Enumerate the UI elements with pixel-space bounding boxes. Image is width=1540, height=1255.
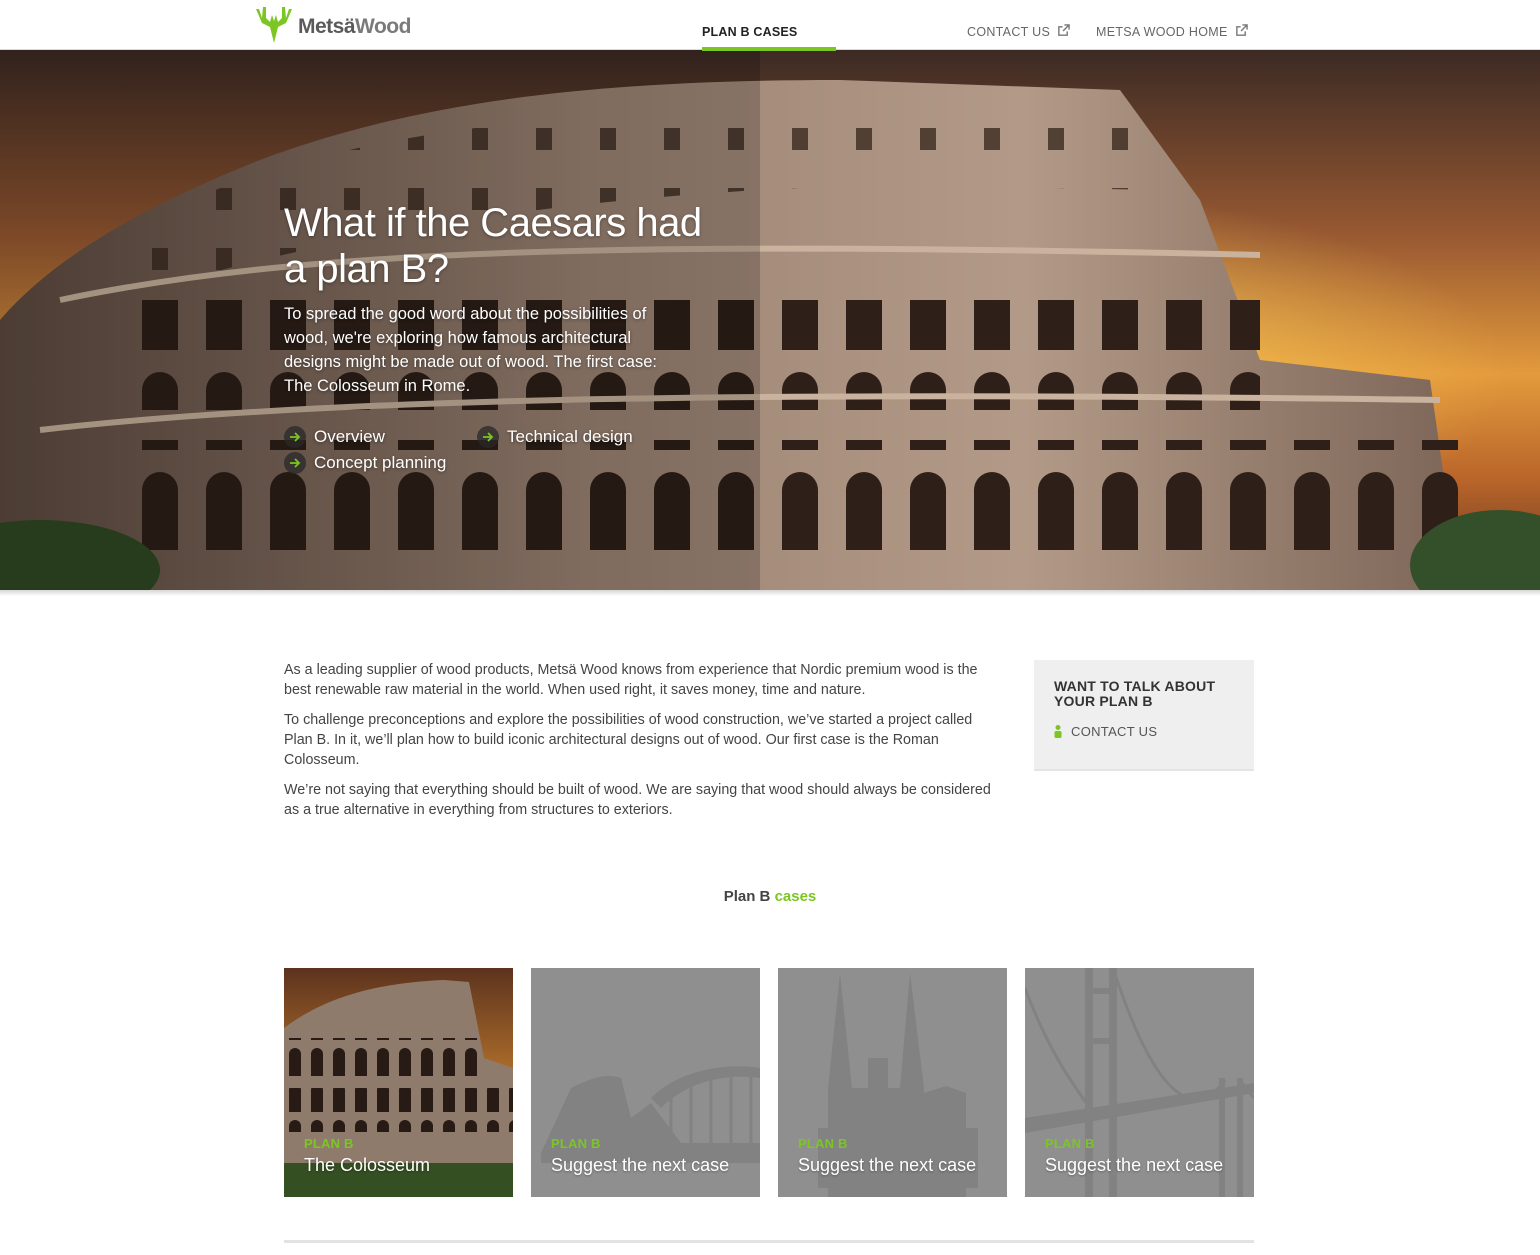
arrow-right-icon <box>284 452 306 474</box>
active-nav-underline <box>702 47 836 51</box>
technical-design-link[interactable]: Technical design <box>477 426 633 448</box>
case-name: The Colosseum <box>304 1155 431 1175</box>
logo-text: MetsäWood <box>298 15 411 38</box>
nav-contact-us[interactable]: CONTACT US <box>967 24 1070 39</box>
case-card-suggest-opera-house[interactable]: PLAN B Suggest the next case <box>531 968 760 1197</box>
concept-planning-link-label: Concept planning <box>314 453 447 472</box>
site-header: MetsäWood PLAN B CASES CONTACT US METSA … <box>0 0 1540 51</box>
contact-box-title: WANT TO TALK ABOUT YOUR PLAN B <box>1054 678 1216 709</box>
moose-antler-icon <box>256 7 292 43</box>
hero-banner: What if the Caesars had a plan B? To spr… <box>0 50 1540 590</box>
overview-link[interactable]: Overview <box>284 426 385 448</box>
contact-sidebar-box: WANT TO TALK ABOUT YOUR PLAN B CONTACT U… <box>1034 660 1254 771</box>
nav-plan-b-cases-label: PLAN B CASES <box>702 25 798 39</box>
nav-plan-b-cases[interactable]: PLAN B CASES <box>702 0 836 51</box>
case-name: Suggest the next case <box>798 1155 977 1175</box>
nav-metsa-wood-home-label: METSA WOOD HOME <box>1096 25 1228 39</box>
metsa-wood-logo[interactable]: MetsäWood <box>252 3 411 45</box>
arrow-right-icon <box>477 426 499 448</box>
case-card-colosseum[interactable]: PLAN B The Colosseum <box>284 968 513 1197</box>
case-name: Suggest the next case <box>1045 1155 1224 1175</box>
case-tag: PLAN B <box>304 1136 354 1151</box>
external-link-icon <box>1058 24 1070 36</box>
section-divider <box>284 1240 1254 1243</box>
nav-contact-us-label: CONTACT US <box>967 25 1051 39</box>
case-name: Suggest the next case <box>551 1155 730 1175</box>
hero-title: What if the Caesars had a plan B? <box>284 201 702 291</box>
cases-heading: Plan B cases <box>723 888 817 905</box>
nav-metsa-wood-home[interactable]: METSA WOOD HOME <box>1096 24 1248 39</box>
hero-shadow <box>0 590 1540 596</box>
concept-planning-link[interactable]: Concept planning <box>284 452 446 474</box>
colosseum-sunset-image <box>0 50 1540 590</box>
contact-us-label: CONTACT US <box>1071 724 1158 739</box>
external-link-icon <box>1235 24 1248 36</box>
case-tag: PLAN B <box>551 1136 601 1151</box>
overview-link-label: Overview <box>314 427 385 446</box>
case-tag: PLAN B <box>798 1136 848 1151</box>
arrow-right-icon <box>284 426 306 448</box>
case-card-suggest-cathedral[interactable]: PLAN B Suggest the next case <box>778 968 1007 1197</box>
person-icon <box>1054 725 1062 738</box>
contact-us-link[interactable]: CONTACT US <box>1054 724 1157 739</box>
intro-text: As a leading supplier of wood products, … <box>284 660 994 830</box>
technical-design-link-label: Technical design <box>507 427 633 446</box>
intro-paragraph: We’re not saying that everything should … <box>284 782 991 818</box>
case-card-suggest-bridge[interactable]: PLAN B Suggest the next case <box>1025 968 1254 1197</box>
hero-description: To spread the good word about the possib… <box>284 305 657 395</box>
case-tag: PLAN B <box>1045 1136 1095 1151</box>
intro-paragraph: As a leading supplier of wood products, … <box>284 662 978 698</box>
intro-paragraph: To challenge preconceptions and explore … <box>284 712 973 768</box>
